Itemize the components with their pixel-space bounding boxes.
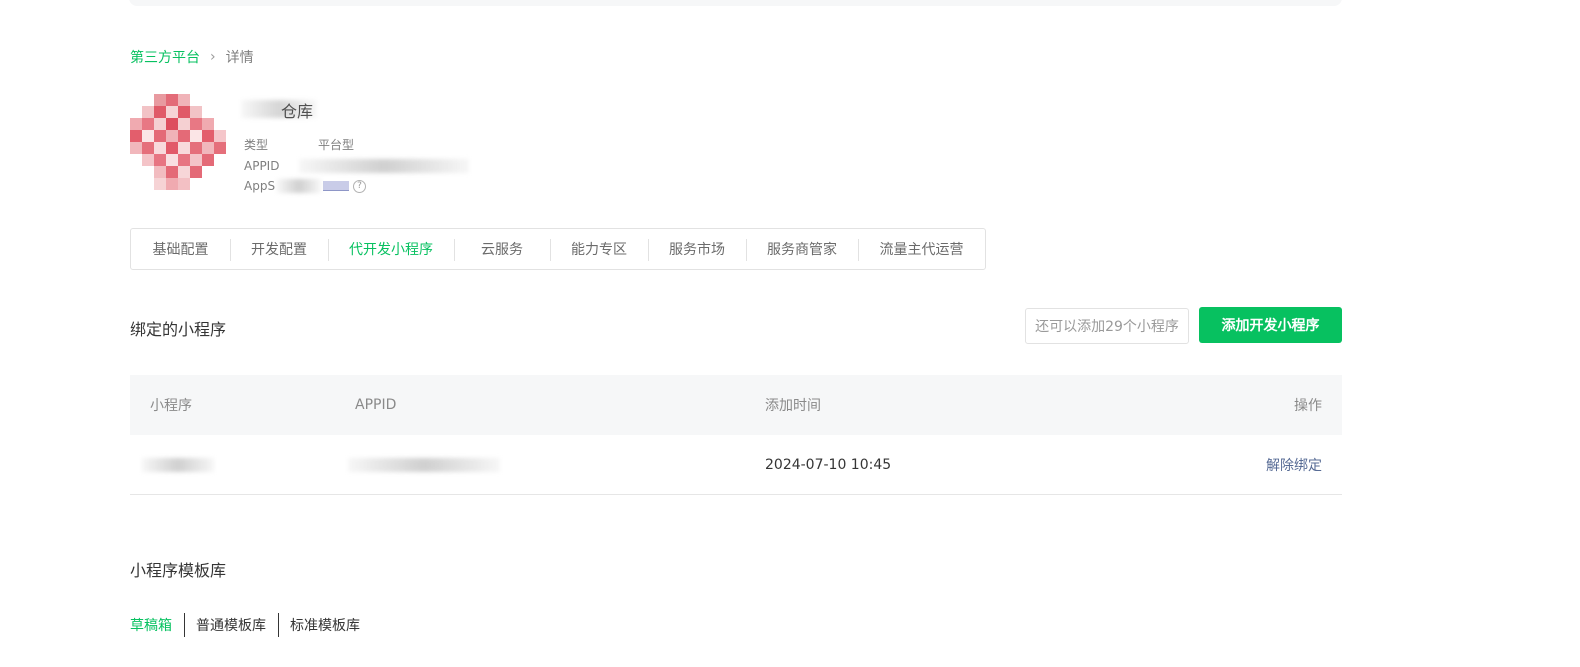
tab-provider-steward[interactable]: 服务商管家: [746, 229, 858, 269]
appsecret-value-blur: [277, 179, 322, 193]
tab-capability-zone[interactable]: 能力专区: [550, 229, 648, 269]
tab-service-market[interactable]: 服务市场: [648, 229, 746, 269]
appsecret-link[interactable]: [323, 181, 350, 191]
type-value: 平台型: [318, 137, 355, 152]
table-header: 小程序 APPID 添加时间 操作: [130, 375, 1342, 435]
breadcrumb: 第三方平台 › 详情: [130, 47, 254, 67]
breadcrumb-parent-link[interactable]: 第三方平台: [130, 47, 200, 67]
tab-dev-config[interactable]: 开发配置: [230, 229, 328, 269]
appsecret-label: AppS: [244, 179, 276, 193]
add-mini-program-button[interactable]: 添加开发小程序: [1199, 307, 1342, 343]
row-name-blurred: [142, 435, 214, 494]
template-subtabs: 草稿箱 普通模板库 标准模板库: [130, 613, 372, 637]
tab-mini-program-dev[interactable]: 代开发小程序: [328, 229, 454, 269]
tab-basic-config[interactable]: 基础配置: [131, 229, 230, 269]
app-avatar-mosaic: [130, 94, 226, 190]
row-added-time: 2024-07-10 10:45: [765, 456, 892, 473]
col-mini-program: 小程序: [150, 398, 192, 414]
unbind-link[interactable]: 解除绑定: [1266, 435, 1322, 494]
app-name: 仓库: [241, 98, 371, 121]
table-row: 2024-07-10 10:45 解除绑定: [130, 435, 1342, 495]
remaining-count-box: 还可以添加29个小程序: [1025, 308, 1189, 344]
chevron-right-icon: ›: [210, 49, 216, 65]
bound-table: 小程序 APPID 添加时间 操作 2024-07-10 10:45 解除绑定: [130, 375, 1342, 495]
tab-traffic-operation[interactable]: 流量主代运营: [858, 229, 985, 269]
col-action: 操作: [1294, 398, 1322, 414]
appid-label: APPID: [244, 159, 280, 173]
breadcrumb-current: 详情: [225, 50, 254, 66]
bound-section-title: 绑定的小程序: [130, 320, 227, 339]
question-icon[interactable]: ?: [353, 179, 367, 193]
subtab-standard-templates[interactable]: 标准模板库: [278, 613, 372, 637]
meta-appsecret-row: AppS ?: [244, 177, 367, 195]
tab-cloud-service[interactable]: 云服务: [454, 229, 550, 269]
appid-value-blur: [299, 159, 470, 173]
config-tabs: 基础配置 开发配置 代开发小程序 云服务 能力专区 服务市场 服务商管家 流量主…: [130, 228, 986, 270]
meta-appid-row: APPID: [244, 157, 470, 175]
row-appid-blurred: [348, 435, 500, 494]
subtab-normal-templates[interactable]: 普通模板库: [184, 613, 278, 637]
subtab-drafts[interactable]: 草稿箱: [130, 615, 184, 635]
type-label: 类型: [244, 137, 269, 152]
meta-type-row: 类型 平台型: [244, 135, 354, 153]
col-appid: APPID: [355, 397, 397, 413]
app-name-text: 仓库: [281, 102, 314, 121]
col-added-time: 添加时间: [765, 398, 821, 414]
top-card-edge: [129, 0, 1342, 6]
template-section-title: 小程序模板库: [130, 561, 227, 580]
